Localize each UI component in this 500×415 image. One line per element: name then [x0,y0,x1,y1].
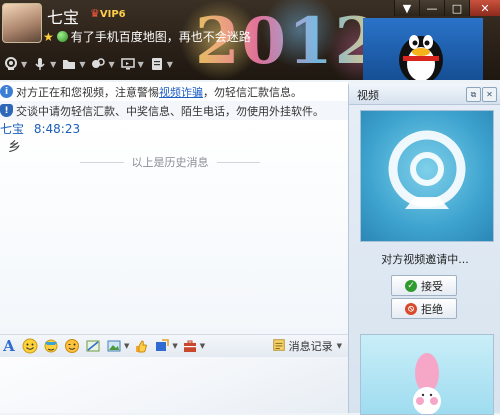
history-divider: 以上是历史消息 [80,154,260,170]
security-notice-text: 交谈中请勿轻信汇款、中奖信息、陌生电话，勿使用外挂软件。 [16,104,324,118]
emoji-button[interactable] [21,337,39,355]
toolbox-button[interactable]: ▼ [181,337,205,355]
chevron-down-icon: ▼ [50,59,57,69]
security-notice: ! 交谈中请勿轻信汇款、中奖信息、陌生电话，勿使用外挂软件。 [0,101,348,121]
chevron-down-icon: ▼ [199,342,206,350]
chevron-down-icon: ▼ [21,59,28,69]
globe-icon [56,31,68,42]
font-icon: A [3,337,15,355]
notice-text: 对方正在和您视频，注意警惕 [16,85,159,99]
self-avatar-view [360,334,494,415]
voice-call-button[interactable]: ▼ [31,55,56,73]
reject-label: 拒绝 [421,302,443,316]
remote-assist-button[interactable]: ▼ [89,55,115,73]
wink-emoji-button[interactable] [63,337,81,355]
pink-character-icon [413,353,441,414]
magic-emoji-button[interactable] [42,337,60,355]
star-icon: ★ [43,29,54,44]
qq-show-banner [363,18,483,80]
video-panel: 视频 ⧉ ✕ 对方视频邀请中... ✓ 接受 ⦸ 拒绝 [348,84,500,415]
penguin-mascot-icon [399,35,443,80]
chevron-down-icon: ▼ [124,342,130,350]
notice-text-suffix: ，勿轻信汇款信息。 [203,85,302,99]
chat-window-header: 2012 七宝 ♛VIP6 ★ 有了手机百度地图，再也不会迷路 ▼ ▼ ▼ ▼ [0,0,500,80]
shield-icon: ! [0,104,13,117]
status-message: 有了手机百度地图，再也不会迷路 [70,30,251,44]
folder-icon [60,55,78,73]
video-invite-status: 对方视频邀请中... [381,253,469,266]
chevron-down-icon: ▼ [336,342,342,350]
video-fraud-link[interactable]: 视频诈骗 [159,86,203,99]
monitor-icon [119,55,137,73]
window-menu-button[interactable]: ▼ [394,0,419,16]
share-screen-button[interactable]: ▼ [119,55,144,73]
chevron-down-icon: ▼ [137,59,144,69]
gift-button[interactable] [132,337,150,355]
message-history-button[interactable]: 消息记录 ▼ [272,338,348,355]
thumbs-up-icon [132,337,150,355]
message-history-label: 消息记录 [288,340,333,353]
status-line: ★ 有了手机百度地图，再也不会迷路 [43,28,251,45]
chevron-down-icon: ▼ [166,59,173,69]
vip-label: VIP6 [99,9,126,20]
webcam-icon [2,55,20,73]
checkmark-icon: ✓ [405,279,417,292]
video-call-button[interactable]: ▼ [2,55,27,73]
remote-video-view [360,110,494,242]
chat-history[interactable]: 七宝 8:48:23 乡 以上是历史消息 [0,120,348,334]
message-time: 8:48:23 [33,122,81,136]
panel-restore-button[interactable]: ⧉ [466,87,481,102]
close-button[interactable]: ✕ [469,0,500,16]
accept-video-button[interactable]: ✓ 接受 [391,275,457,296]
minimize-button[interactable]: — [419,0,444,16]
send-image-button[interactable]: ▼ [105,337,129,355]
smiley-icon [21,337,39,355]
wink-face-icon [63,337,81,355]
font-button[interactable]: A [0,337,18,355]
panel-close-button[interactable]: ✕ [482,87,497,102]
toolbox-icon [181,337,199,355]
video-fraud-notice: i 对方正在和您视频，注意警惕视频诈骗，勿轻信汇款信息。 [0,82,348,101]
info-icon: i [0,85,13,98]
contact-name[interactable]: 七宝 [47,4,79,28]
screenshot-button[interactable] [84,337,102,355]
close-icon: ✕ [486,90,493,99]
message-body: 乡 [8,140,22,155]
divider-line [80,161,124,163]
magic-face-icon [42,337,60,355]
microphone-icon [31,55,49,73]
share-icon [153,337,171,355]
chevron-down-icon: ▼ [79,59,86,69]
vip-badge[interactable]: ♛VIP6 [90,7,126,20]
video-panel-title: 视频 [357,89,379,102]
message-header: 七宝 8:48:23 [0,120,80,137]
maximize-button[interactable]: □ [444,0,469,16]
crown-icon: ♛ [90,7,100,20]
contact-avatar[interactable] [2,3,42,43]
image-icon [105,337,123,355]
window-controls: ▼ — □ ✕ [394,0,500,16]
remote-icon [89,55,107,73]
apps-button[interactable]: ▼ [148,55,173,73]
music-share-button[interactable]: ▼ [153,337,178,355]
history-label: 以上是历史消息 [131,156,209,169]
message-input[interactable] [0,357,348,413]
reject-video-button[interactable]: ⦸ 拒绝 [391,298,457,319]
input-toolbar: A ▼ ▼ ▼ 消息记录 ▼ [0,334,348,358]
no-entry-icon: ⦸ [405,302,417,315]
chevron-down-icon: ▼ [172,342,178,350]
video-panel-titlebar: 视频 ⧉ ✕ [349,84,500,105]
webcam-placeholder-icon [388,130,466,209]
message-sender: 七宝 [0,122,25,136]
accept-label: 接受 [421,279,443,293]
history-record-icon [272,338,286,355]
apps-icon [148,55,166,73]
top-toolbar: ▼ ▼ ▼ ▼ ▼ ▼ [0,53,173,75]
divider-line [216,161,260,163]
scissors-icon [84,337,102,355]
chevron-down-icon: ▼ [108,59,115,69]
restore-icon: ⧉ [470,89,477,99]
send-file-button[interactable]: ▼ [60,55,85,73]
